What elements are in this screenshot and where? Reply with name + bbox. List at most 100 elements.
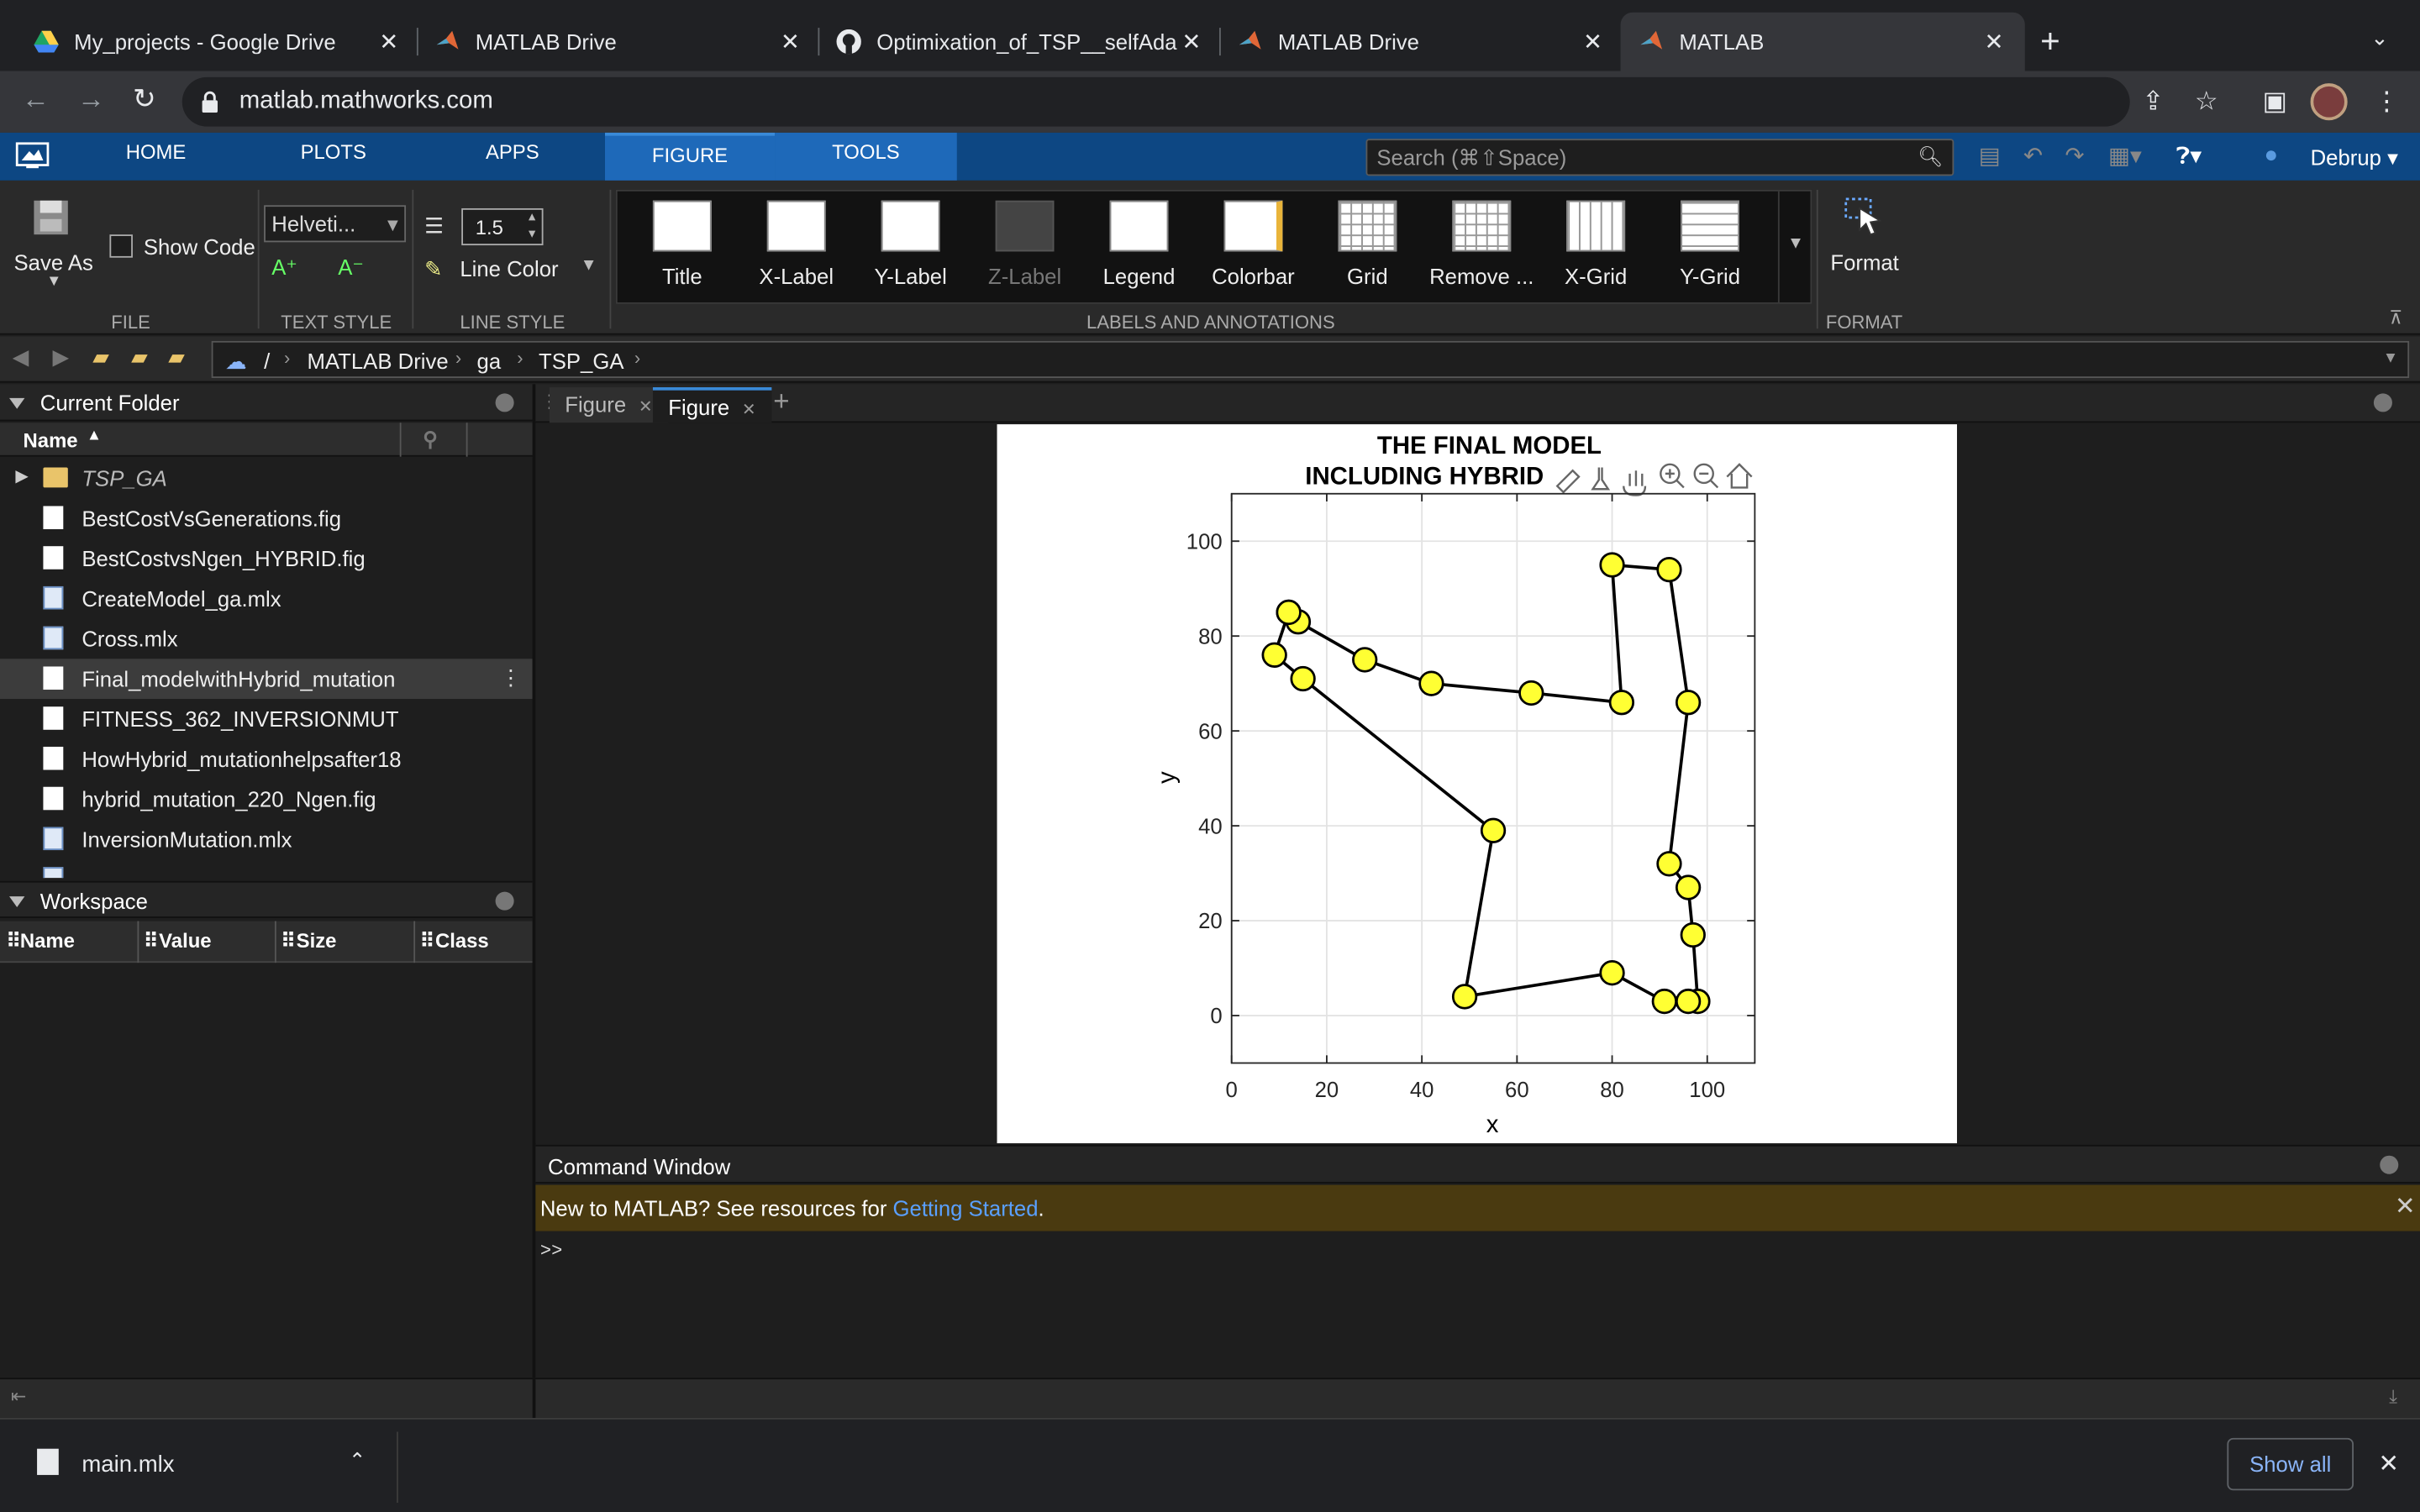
line-width-stepper[interactable]: 1.5 ▴ ▾	[461, 207, 544, 246]
font-dropdown[interactable]: Helveti... ▾	[264, 205, 407, 243]
panel-menu-icon[interactable]	[2373, 393, 2392, 412]
back-arrow-icon[interactable]: ←	[22, 83, 50, 116]
city-marker[interactable]	[1261, 642, 1287, 668]
figure-tab[interactable]: Figure ✕	[549, 387, 669, 423]
close-icon[interactable]: ✕	[1981, 28, 2006, 55]
brush-icon[interactable]	[1555, 469, 1581, 494]
city-marker[interactable]	[1352, 647, 1378, 673]
close-icon[interactable]: ✕	[2378, 1449, 2399, 1480]
chevron-up-icon[interactable]: ⌃	[349, 1449, 366, 1473]
close-icon[interactable]: ✕	[778, 28, 802, 55]
collapse-triangle-icon[interactable]	[9, 896, 25, 908]
list-item[interactable]: CreateModel_ga.mlx	[0, 579, 533, 619]
x-label-button[interactable]: X-Label	[741, 200, 852, 288]
tab-tools[interactable]: TOOLS	[775, 132, 957, 181]
address-bar[interactable]: matlab.mathworks.com	[182, 76, 2130, 127]
figure-tab-active[interactable]: Figure ✕	[652, 387, 772, 423]
show-all-button[interactable]: Show all	[2227, 1437, 2354, 1491]
panel-menu-icon[interactable]	[495, 891, 514, 911]
back-arrow-icon[interactable]: ◀	[13, 344, 29, 370]
city-marker[interactable]	[1656, 556, 1682, 583]
format-cursor-icon[interactable]	[1841, 193, 1887, 239]
breadcrumb-ga[interactable]: ga	[477, 349, 502, 373]
decrease-font-icon[interactable]: A⁻	[338, 255, 364, 281]
city-marker[interactable]	[1680, 921, 1706, 948]
command-input[interactable]: >>	[535, 1231, 2420, 1378]
breadcrumb-root[interactable]: /	[264, 349, 270, 373]
colorbar-button[interactable]: Colorbar	[1197, 200, 1308, 288]
city-marker[interactable]	[1518, 680, 1544, 706]
pan-hand-icon[interactable]	[1623, 470, 1647, 496]
download-item[interactable]: main.mlx	[82, 1452, 174, 1478]
save-as-button[interactable]: Save As	[14, 250, 93, 275]
show-code-checkbox[interactable]	[109, 234, 133, 258]
getting-started-link[interactable]: Getting Started	[893, 1195, 1039, 1220]
close-icon[interactable]: ✕	[376, 28, 401, 55]
city-marker[interactable]	[1599, 960, 1625, 986]
close-icon[interactable]: ✕	[1581, 28, 1605, 55]
city-marker[interactable]	[1656, 851, 1682, 877]
grid-button[interactable]: Grid	[1312, 200, 1423, 288]
line-color-button[interactable]: Line Color	[460, 256, 558, 281]
save-icon[interactable]: ▤	[1979, 142, 2001, 170]
legend-button[interactable]: Legend	[1083, 200, 1194, 288]
city-marker[interactable]	[1675, 690, 1702, 716]
browser-tab-active[interactable]: MATLAB ✕	[1620, 12, 2025, 71]
window-layout-icon[interactable]: ▦▾	[2108, 142, 2142, 170]
tab-figure[interactable]: FIGURE	[605, 132, 776, 181]
stepper-arrows-icon[interactable]: ▴ ▾	[529, 208, 535, 242]
caret-down-icon[interactable]: ▼	[2383, 350, 2398, 367]
city-marker[interactable]	[1651, 988, 1677, 1015]
name-column-header[interactable]: Name	[20, 929, 75, 953]
list-item[interactable]: hybrid_mutation_220_Ngen.fig	[0, 780, 533, 820]
data-tips-icon[interactable]	[1591, 467, 1611, 491]
save-as-icon[interactable]	[29, 196, 76, 242]
bookmark-star-icon[interactable]: ☆	[2195, 87, 2218, 118]
undo-icon[interactable]: ↶	[2023, 142, 2043, 170]
list-item[interactable]: BestCostVsGenerations.fig	[0, 498, 533, 538]
city-marker[interactable]	[1675, 874, 1702, 900]
redo-icon[interactable]: ↷	[2065, 142, 2085, 170]
close-icon[interactable]: ✕	[742, 402, 756, 420]
title-button[interactable]: Title	[627, 200, 738, 288]
path-input[interactable]: ☁ / › MATLAB Drive › ga › TSP_GA › ▼	[211, 340, 2410, 379]
up-folder-icon[interactable]: ▰	[92, 344, 109, 370]
city-marker[interactable]	[1599, 552, 1625, 578]
new-tab-icon[interactable]: +	[2040, 22, 2060, 62]
new-folder-icon[interactable]: ▰	[168, 344, 185, 370]
avatar[interactable]	[2310, 83, 2348, 121]
add-figure-icon[interactable]: +	[773, 386, 789, 418]
city-marker[interactable]	[1290, 665, 1316, 692]
share-icon[interactable]: ⇪	[2142, 87, 2164, 118]
tab-home[interactable]: HOME	[96, 133, 216, 181]
list-item[interactable]: HowHybrid_mutationhelpsafter18	[0, 739, 533, 780]
side-panel-icon[interactable]: ▣	[2263, 87, 2288, 118]
scroll-end-icon[interactable]: ⤓	[2389, 1385, 2397, 1409]
format-button[interactable]: Format	[1830, 250, 1898, 275]
close-icon[interactable]: ✕	[1179, 28, 1203, 55]
drag-handle-icon[interactable]: ⠿	[281, 929, 296, 953]
breadcrumb-tsp-ga[interactable]: TSP_GA	[539, 349, 623, 373]
drag-handle-icon[interactable]: ⠿	[420, 929, 435, 953]
home-icon[interactable]	[1726, 463, 1753, 489]
list-item-selected[interactable]: Final_modelwithHybrid_mutation ⋮	[0, 659, 533, 700]
city-marker[interactable]	[1608, 690, 1635, 716]
name-column-header[interactable]: Name	[24, 429, 78, 453]
list-item[interactable]: Cross.mlx	[0, 619, 533, 659]
list-item[interactable]: InversionMutation.mlx	[0, 819, 533, 859]
settings-shield-icon[interactable]: ●	[2264, 142, 2278, 168]
city-marker[interactable]	[1675, 988, 1702, 1015]
panel-menu-icon[interactable]	[2380, 1155, 2399, 1174]
collapse-triangle-icon[interactable]	[9, 397, 25, 409]
breadcrumb-matlab-drive[interactable]: MATLAB Drive	[308, 349, 449, 373]
y-grid-button[interactable]: Y-Grid	[1655, 200, 1765, 288]
forward-arrow-icon[interactable]: →	[77, 83, 105, 116]
matlab-online-logo-icon[interactable]	[15, 142, 50, 170]
class-column-header[interactable]: Class	[435, 929, 489, 953]
browser-tab[interactable]: My_projects - Google Drive ✕	[15, 13, 419, 71]
caret-down-icon[interactable]: ▼	[46, 273, 61, 290]
panel-menu-icon[interactable]	[495, 393, 514, 412]
list-item[interactable]	[0, 859, 533, 879]
browser-tab[interactable]: MATLAB Drive ✕	[417, 13, 821, 71]
browse-folder-icon[interactable]: ▰	[131, 344, 148, 370]
